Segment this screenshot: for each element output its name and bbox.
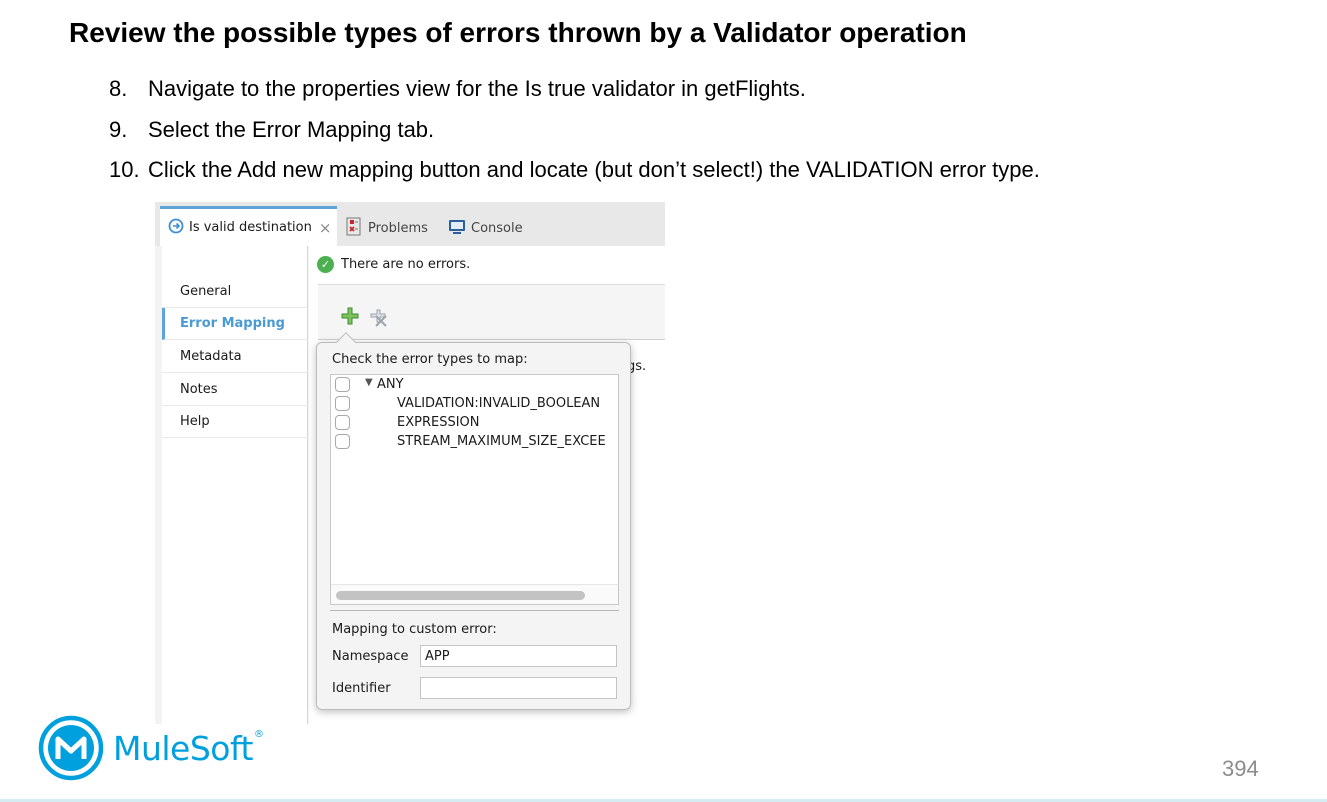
nav-item-general[interactable]: General (162, 276, 308, 308)
tree-row: EXPRESSION (331, 414, 618, 432)
logo-name: MuleSoft (113, 728, 253, 768)
custom-error-heading: Mapping to custom error: (332, 622, 497, 637)
nav-item-error-mapping[interactable]: Error Mapping (162, 308, 308, 340)
tab-label: Console (471, 221, 523, 236)
nav-item-notes[interactable]: Notes (162, 374, 308, 406)
error-type-checkbox[interactable] (335, 434, 350, 449)
properties-nav: General Error Mapping Metadata Notes Hel… (162, 246, 308, 724)
tab-label: Problems (368, 221, 428, 236)
error-type-checkbox[interactable] (335, 377, 350, 392)
popup-heading: Check the error types to map: (332, 352, 528, 367)
registered-mark: ® (253, 728, 264, 740)
tree-row: VALIDATION:INVALID_BOOLEAN (331, 395, 618, 413)
remove-icon (370, 309, 387, 327)
collapse-toggle-icon[interactable]: ▼ (365, 377, 373, 388)
step-text: Navigate to the properties view for the … (148, 76, 806, 101)
nav-item-help[interactable]: Help (162, 406, 308, 438)
step-text: Select the Error Mapping tab. (148, 116, 435, 142)
mapping-toolbar (318, 284, 665, 340)
close-icon[interactable]: × (319, 219, 332, 237)
error-type-label: EXPRESSION (397, 415, 480, 430)
error-type-label: ANY (377, 377, 404, 392)
step-item: 8. Navigate to the properties view for th… (109, 74, 1040, 115)
tree-row: ▼ ANY (331, 376, 618, 394)
identifier-input[interactable] (420, 677, 617, 699)
step-item: 9. Select the Error Mapping tab. (109, 115, 1040, 156)
step-text: Click the Add new mapping button and loc… (148, 157, 1040, 182)
console-icon (448, 219, 466, 239)
plus-icon (341, 307, 359, 325)
tab-problems[interactable]: Problems (345, 211, 428, 246)
nav-item-metadata[interactable]: Metadata (162, 341, 308, 373)
logo-wordmark: MuleSoft® (113, 728, 264, 768)
step-number: 9. (109, 116, 128, 142)
step-number: 10. (109, 157, 140, 182)
status-message: ✓ There are no errors. (317, 256, 470, 273)
tab-is-valid-destination[interactable]: Is valid destination × (160, 206, 337, 246)
problems-icon (345, 217, 363, 241)
tab-label: Is valid destination (189, 220, 312, 235)
add-mapping-button[interactable] (340, 307, 360, 327)
page-number: 394 (1222, 756, 1259, 781)
step-list: 8. Navigate to the properties view for th… (109, 74, 1040, 196)
error-type-checkbox[interactable] (335, 415, 350, 430)
view-tab-bar: Is valid destination × Problems Console (155, 202, 665, 246)
error-types-popup: Check the error types to map: ▼ ANY VALI… (316, 332, 631, 710)
mulesoft-logo: MuleSoft® (38, 715, 264, 781)
step-number: 8. (109, 76, 128, 101)
check-icon: ✓ (317, 256, 334, 273)
error-type-label: VALIDATION:INVALID_BOOLEAN (397, 396, 601, 411)
namespace-label: Namespace (332, 649, 409, 664)
error-type-label: STREAM_MAXIMUM_SIZE_EXCEE (397, 434, 606, 449)
namespace-input[interactable] (420, 645, 617, 667)
scrollbar-thumb[interactable] (336, 591, 585, 600)
mulesoft-logo-icon (38, 715, 104, 781)
horizontal-scrollbar[interactable] (331, 584, 618, 604)
step-item: 10. Click the Add new mapping button and … (109, 155, 1040, 196)
status-text: There are no errors. (341, 257, 471, 272)
properties-view-screenshot: Is valid destination × Problems Console … (155, 202, 665, 724)
slide-title: Review the possible types of errors thro… (69, 17, 967, 48)
tab-console[interactable]: Console (448, 211, 523, 246)
error-type-tree: ▼ ANY VALIDATION:INVALID_BOOLEAN EXPRESS… (330, 374, 619, 605)
identifier-label: Identifier (332, 681, 391, 696)
remove-mapping-button[interactable] (368, 307, 388, 327)
tree-row: STREAM_MAXIMUM_SIZE_EXCEE (331, 433, 618, 451)
popup-divider (330, 610, 619, 611)
error-type-checkbox[interactable] (335, 396, 350, 411)
validator-icon (168, 218, 184, 238)
